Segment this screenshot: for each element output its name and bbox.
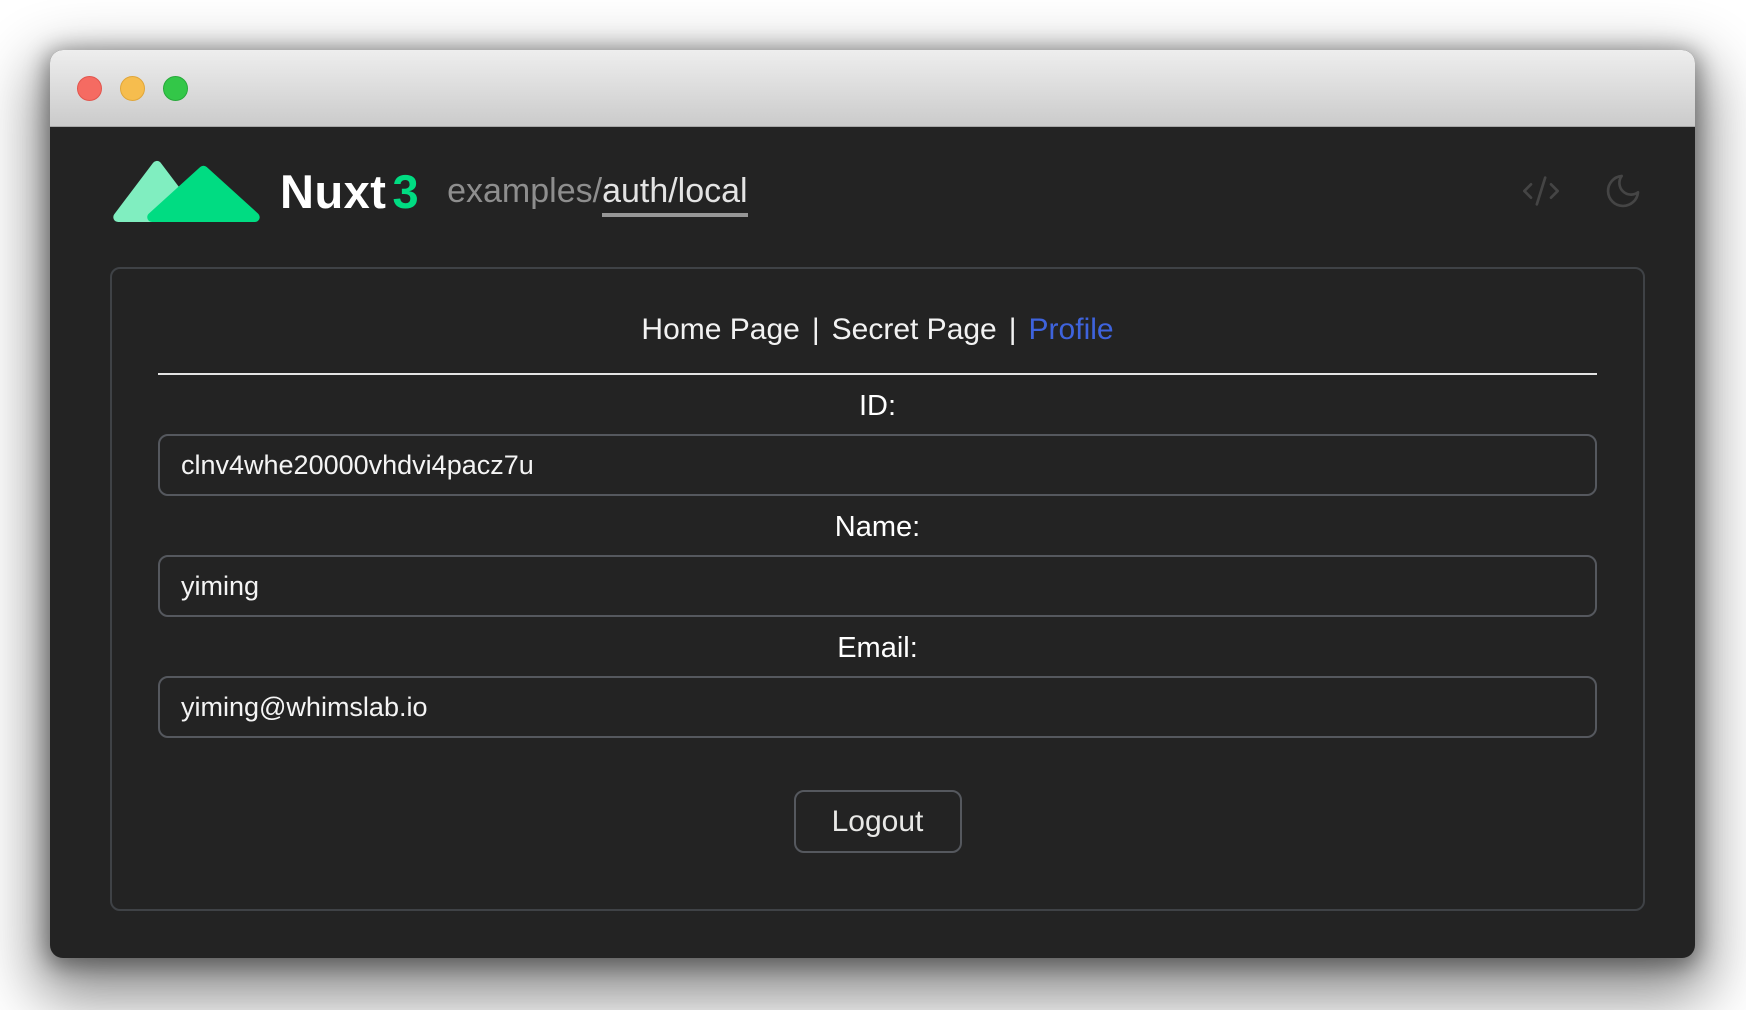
- nav-link-home-page[interactable]: Home Page: [641, 313, 799, 346]
- brand-name: Nuxt: [280, 165, 386, 218]
- app-header: Nuxt3 examples/auth/local: [50, 127, 1695, 245]
- id-input[interactable]: [158, 434, 1597, 496]
- zoom-button[interactable]: [163, 76, 188, 101]
- id-label: ID:: [158, 390, 1597, 423]
- logout-row: Logout: [158, 790, 1597, 853]
- brand-title: Nuxt3: [280, 164, 419, 219]
- breadcrumb: examples/auth/local: [447, 172, 748, 211]
- email-label: Email:: [158, 632, 1597, 665]
- page-nav: Home Page | Secret Page | Profile: [158, 313, 1597, 347]
- name-label: Name:: [158, 511, 1597, 544]
- name-input[interactable]: [158, 555, 1597, 617]
- nav-link-secret-page[interactable]: Secret Page: [832, 313, 997, 346]
- email-input[interactable]: [158, 676, 1597, 738]
- brand-version: 3: [392, 165, 419, 218]
- close-button[interactable]: [77, 76, 102, 101]
- breadcrumb-current[interactable]: auth/local: [602, 172, 748, 217]
- nuxt-logo-icon: [110, 159, 262, 223]
- minimize-button[interactable]: [120, 76, 145, 101]
- profile-card: Home Page|Secret Page|Profile ID: Name: …: [110, 267, 1645, 911]
- breadcrumb-prefix: examples/: [447, 172, 602, 210]
- nav-separator: |: [812, 313, 820, 346]
- nav-divider: [158, 373, 1597, 375]
- nav-link-profile[interactable]: Profile: [1029, 313, 1114, 346]
- code-icon[interactable]: [1521, 171, 1561, 211]
- screenshot-stage: Nuxt3 examples/auth/local Home Page | Secr…: [0, 0, 1746, 1010]
- window-titlebar: [50, 50, 1695, 127]
- logout-button[interactable]: Logout: [794, 790, 962, 853]
- moon-icon[interactable]: [1603, 171, 1643, 211]
- nav-separator: |: [1009, 313, 1017, 346]
- browser-window: Nuxt3 examples/auth/local Home Page | Secr…: [50, 50, 1695, 958]
